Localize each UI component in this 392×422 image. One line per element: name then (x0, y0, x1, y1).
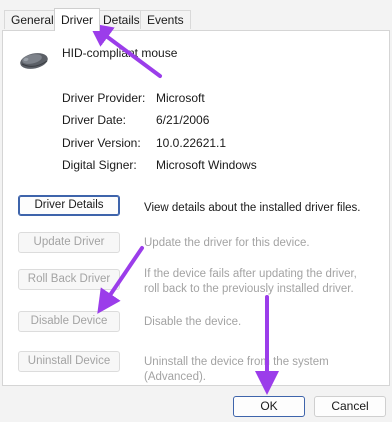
tab-driver[interactable]: Driver (54, 8, 100, 31)
driver-details-description: View details about the installed driver … (144, 202, 361, 214)
driver-provider-value: Microsoft (156, 91, 205, 105)
tab-general[interactable]: General (4, 10, 61, 29)
update-driver-button[interactable]: Update Driver (18, 232, 120, 253)
disable-device-button[interactable]: Disable Device (18, 311, 120, 332)
driver-version-value: 10.0.22621.1 (156, 136, 227, 150)
driver-version-label: Driver Version: (62, 136, 141, 150)
roll-back-driver-button[interactable]: Roll Back Driver (18, 269, 120, 290)
uninstall-device-button[interactable]: Uninstall Device (18, 351, 120, 372)
digital-signer-value: Microsoft Windows (156, 158, 257, 172)
cancel-button[interactable]: Cancel (314, 396, 386, 417)
mouse-icon (20, 53, 48, 69)
properties-dialog: General Driver Details Events HID-compli… (0, 0, 392, 422)
tab-strip: General Driver Details Events (0, 0, 392, 31)
disable-device-description: Disable the device. (144, 316, 242, 328)
driver-provider-label: Driver Provider: (62, 91, 146, 105)
digital-signer-label: Digital Signer: (62, 158, 137, 172)
ok-button[interactable]: OK (233, 396, 305, 417)
tab-events[interactable]: Events (140, 10, 191, 29)
driver-date-value: 6/21/2006 (156, 113, 210, 127)
roll-back-driver-description: If the device fails after updating the d… (144, 268, 357, 295)
uninstall-device-description: Uninstall the device from the system (Ad… (144, 356, 329, 383)
update-driver-description: Update the driver for this device. (144, 237, 310, 249)
driver-date-label: Driver Date: (62, 113, 127, 127)
driver-details-button[interactable]: Driver Details (18, 195, 120, 216)
device-name: HID-compliant mouse (62, 46, 178, 60)
